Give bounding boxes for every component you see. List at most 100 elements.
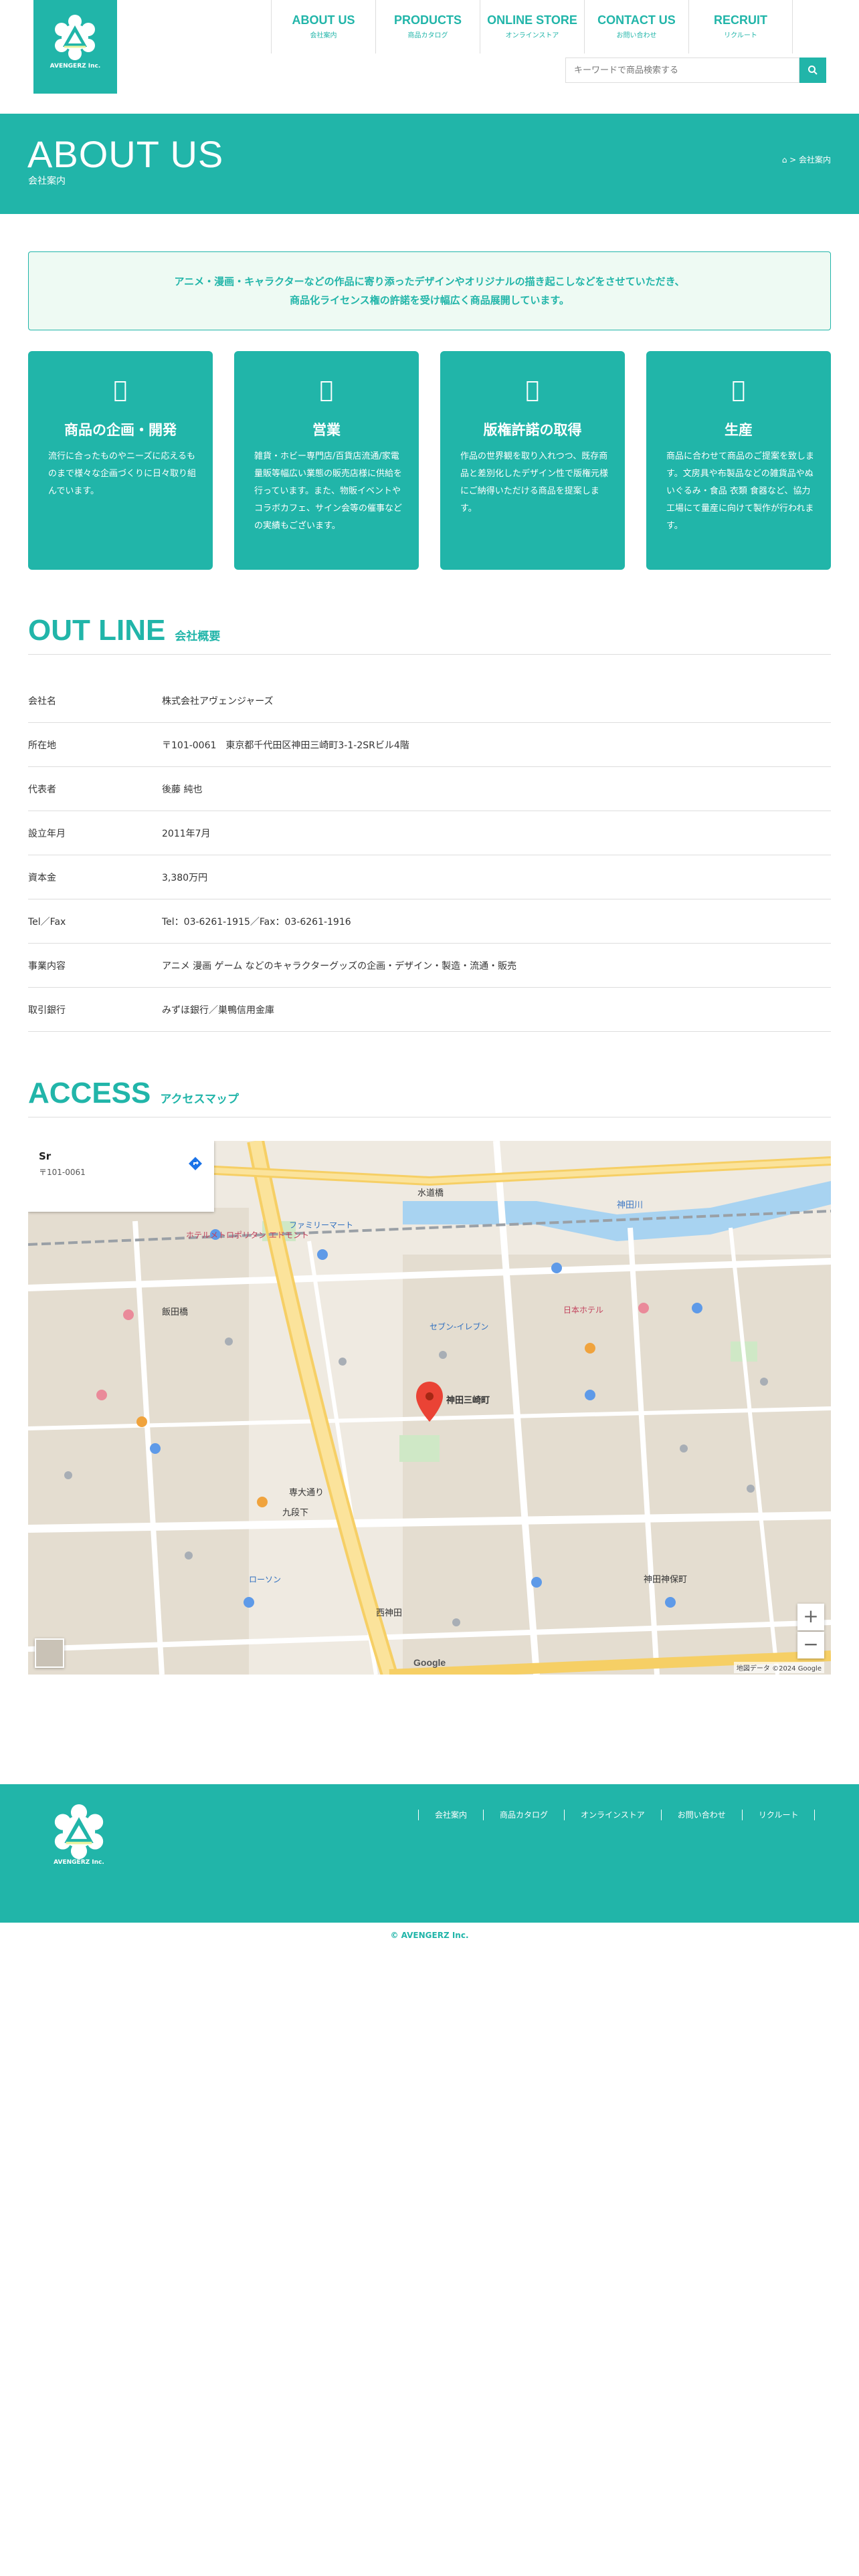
nav-products-ja: 商品カタログ [407, 32, 448, 39]
service-card-sales:  営業 雑貨・ホビー専門店/百貨店流通/家電量販等幅広い業態の販売店様に供給を… [234, 351, 419, 570]
map-label-suidobashi: 水道橋 [417, 1188, 444, 1198]
service-title: 生産 [725, 422, 753, 438]
breadcrumb-current: > 会社案内 [787, 155, 831, 165]
map-label-kanda-river: 神田川 [617, 1200, 643, 1210]
map-label-sakaimachi: 専大通り [289, 1488, 324, 1498]
map-label-jimbocho: 神田神保町 [644, 1575, 687, 1585]
page-hero: ABOUT US 会社案内 ⌂ > 会社案内 [0, 114, 859, 214]
table-row: 会社名 株式会社アヴェンジャーズ [28, 679, 831, 723]
directions-icon[interactable] [187, 1156, 203, 1172]
footer-nav: 会社案内 商品カタログ オンラインストア お問い合わせ リクルート [418, 1810, 816, 1820]
nav-recruit-en: RECRUIT [714, 13, 767, 27]
map-label-hotel-east: 日本ホテル [563, 1305, 603, 1315]
shop-icon:  [234, 377, 419, 403]
map-label-seven-eleven: セブン-イレブン [430, 1321, 488, 1331]
outline-heading: OUT LINE 会社概要 [28, 614, 831, 655]
footer-logo-mark-icon [54, 1804, 104, 1859]
zoom-in-button[interactable]: + [797, 1604, 824, 1630]
nav-recruit[interactable]: RECRUIT リクルート [688, 0, 793, 53]
company-outline-table: 会社名 株式会社アヴェンジャーズ 所在地 〒101-0061 東京都千代田区神田三崎… [28, 679, 831, 1032]
row-key: 会社名 [28, 695, 56, 707]
row-key: Tel／Fax [28, 916, 66, 928]
footer-nav-recruit[interactable]: リクルート [741, 1810, 816, 1820]
copyright: © AVENGERZ Inc. [390, 1931, 469, 1940]
nav-contact-en: CONTACT US [597, 13, 676, 27]
page-subtitle: 会社案内 [28, 176, 66, 187]
map-label-kudanshita: 九段下 [282, 1508, 308, 1518]
access-map[interactable]: 水道橋 神田川 飯田橋 九段下 神田神保町 西神田 神田三崎町 専大通り ファミ… [28, 1141, 831, 1675]
product-search [565, 58, 826, 83]
table-row: 設立年月 2011年7月 [28, 811, 831, 855]
table-row: 資本金 3,380万円 [28, 855, 831, 899]
factory-icon:  [646, 377, 831, 403]
outline-title-ja: 会社概要 [175, 630, 221, 643]
nav-recruit-ja: リクルート [724, 32, 757, 39]
intro-box: アニメ・漫画・キャラクターなどの作品に寄り添ったデザインやオリジナルの描き起こし… [28, 251, 831, 330]
row-key: 資本金 [28, 872, 56, 883]
service-card-license:  版権許諾の取得 作品の世界観を取り入れつつ、既存商品と差別化したデザイン性で… [440, 351, 625, 570]
row-value: 3,380万円 [162, 872, 208, 883]
row-key: 取引銀行 [28, 1004, 66, 1016]
nav-contact[interactable]: CONTACT US お問い合わせ [584, 0, 688, 53]
table-row: 事業内容 アニメ 漫画 ゲーム などのキャラクターグッズの企画・デザイン・製造・流… [28, 944, 831, 988]
service-desc: 雑貨・ホビー専門店/百貨店流通/家電量販等幅広い業態の販売店様に供給を行っていま… [254, 451, 403, 531]
row-value: 〒101-0061 東京都千代田区神田三崎町3-1-2SRビル4階 [162, 740, 409, 751]
service-title: 営業 [312, 422, 341, 438]
footer-nav-contact[interactable]: お問い合わせ [660, 1810, 742, 1820]
service-desc: 流行に合ったものやニーズに応えるものまで様々な企画づくりに日々取り組んでいます。 [48, 451, 197, 496]
row-value: みずほ銀行／巣鴨信用金庫 [162, 1004, 274, 1016]
map-layer-toggle[interactable] [35, 1638, 64, 1668]
table-row: 取引銀行 みずほ銀行／巣鴨信用金庫 [28, 988, 831, 1032]
map-place-card: Sr 〒101-0061 [28, 1141, 214, 1212]
search-icon [808, 66, 818, 75]
footer-nav-online-store[interactable]: オンラインストア [564, 1810, 661, 1820]
intro-line-2: 商品化ライセンス権の許諾を受け幅広く商品展開しています。 [290, 294, 569, 306]
footer-nav-products[interactable]: 商品カタログ [483, 1810, 564, 1820]
service-desc: 作品の世界観を取り入れつつ、既存商品と差別化したデザイン性で版権元様にご納得いた… [460, 451, 609, 514]
site-logo[interactable]: AVENGERZ Inc. [33, 0, 117, 94]
google-logo: Google [413, 1657, 446, 1668]
zoom-out-button[interactable]: − [797, 1632, 824, 1658]
global-nav: ABOUT US 会社案内 PRODUCTS 商品カタログ ONLINE STO… [271, 0, 793, 53]
license-icon:  [440, 377, 625, 403]
nav-contact-ja: お問い合わせ [616, 32, 657, 39]
search-input[interactable] [565, 58, 799, 83]
footer-logo[interactable]: AVENGERZ Inc. [48, 1804, 110, 1871]
access-title-ja: アクセスマップ [160, 1093, 240, 1106]
row-value: Tel：03-6261-1915／Fax：03-6261-1916 [162, 916, 351, 928]
nav-about[interactable]: ABOUT US 会社案内 [271, 0, 375, 53]
breadcrumb[interactable]: ⌂ > 会社案内 [782, 154, 831, 165]
nav-online-store[interactable]: ONLINE STORE オンラインストア [480, 0, 584, 53]
map-place-title: Sr [39, 1150, 52, 1162]
site-footer: AVENGERZ Inc. 会社案内 商品カタログ オンラインストア お問い合わ… [0, 1784, 859, 1923]
map-label-nishikanda: 西神田 [376, 1608, 402, 1618]
row-key: 代表者 [28, 784, 56, 795]
map-place-address: 〒101-0061 [39, 1168, 86, 1177]
search-button[interactable] [799, 58, 826, 83]
nav-products[interactable]: PRODUCTS 商品カタログ [375, 0, 480, 53]
page-title: ABOUT US [27, 133, 224, 175]
lightbulb-icon:  [28, 377, 213, 403]
table-row: 代表者 後藤 純也 [28, 767, 831, 811]
map-label-lawson: ローソン [249, 1575, 281, 1584]
map-copyright[interactable]: 地図データ ©2024 Google [733, 1662, 824, 1673]
access-heading: ACCESS アクセスマップ [28, 1077, 831, 1117]
service-card-planning:  商品の企画・開発 流行に合ったものやニーズに応えるものまで様々な企画づくりに… [28, 351, 213, 570]
service-title: 版権許諾の取得 [483, 422, 582, 438]
logo-mark-icon [55, 15, 95, 60]
row-key: 事業内容 [28, 960, 66, 972]
service-title: 商品の企画・開発 [64, 422, 177, 438]
map-label-iidabashi: 飯田橋 [162, 1307, 188, 1317]
logo-text: AVENGERZ Inc. [50, 63, 101, 70]
row-value: 株式会社アヴェンジャーズ [162, 695, 274, 707]
row-value: 2011年7月 [162, 828, 211, 839]
nav-online-store-en: ONLINE STORE [487, 13, 577, 27]
outline-title-en: OUT LINE [28, 614, 166, 647]
row-value: アニメ 漫画 ゲーム などのキャラクターグッズの企画・デザイン・製造・流通・販売 [162, 960, 517, 972]
footer-nav-about[interactable]: 会社案内 [418, 1810, 483, 1820]
footer-logo-text: AVENGERZ Inc. [54, 1859, 104, 1866]
table-row: 所在地 〒101-0061 東京都千代田区神田三崎町3-1-2SRビル4階 [28, 723, 831, 767]
access-title-en: ACCESS [28, 1077, 151, 1109]
intro-line-1: アニメ・漫画・キャラクターなどの作品に寄り添ったデザインやオリジナルの描き起こし… [174, 276, 685, 288]
row-key: 設立年月 [28, 828, 66, 839]
